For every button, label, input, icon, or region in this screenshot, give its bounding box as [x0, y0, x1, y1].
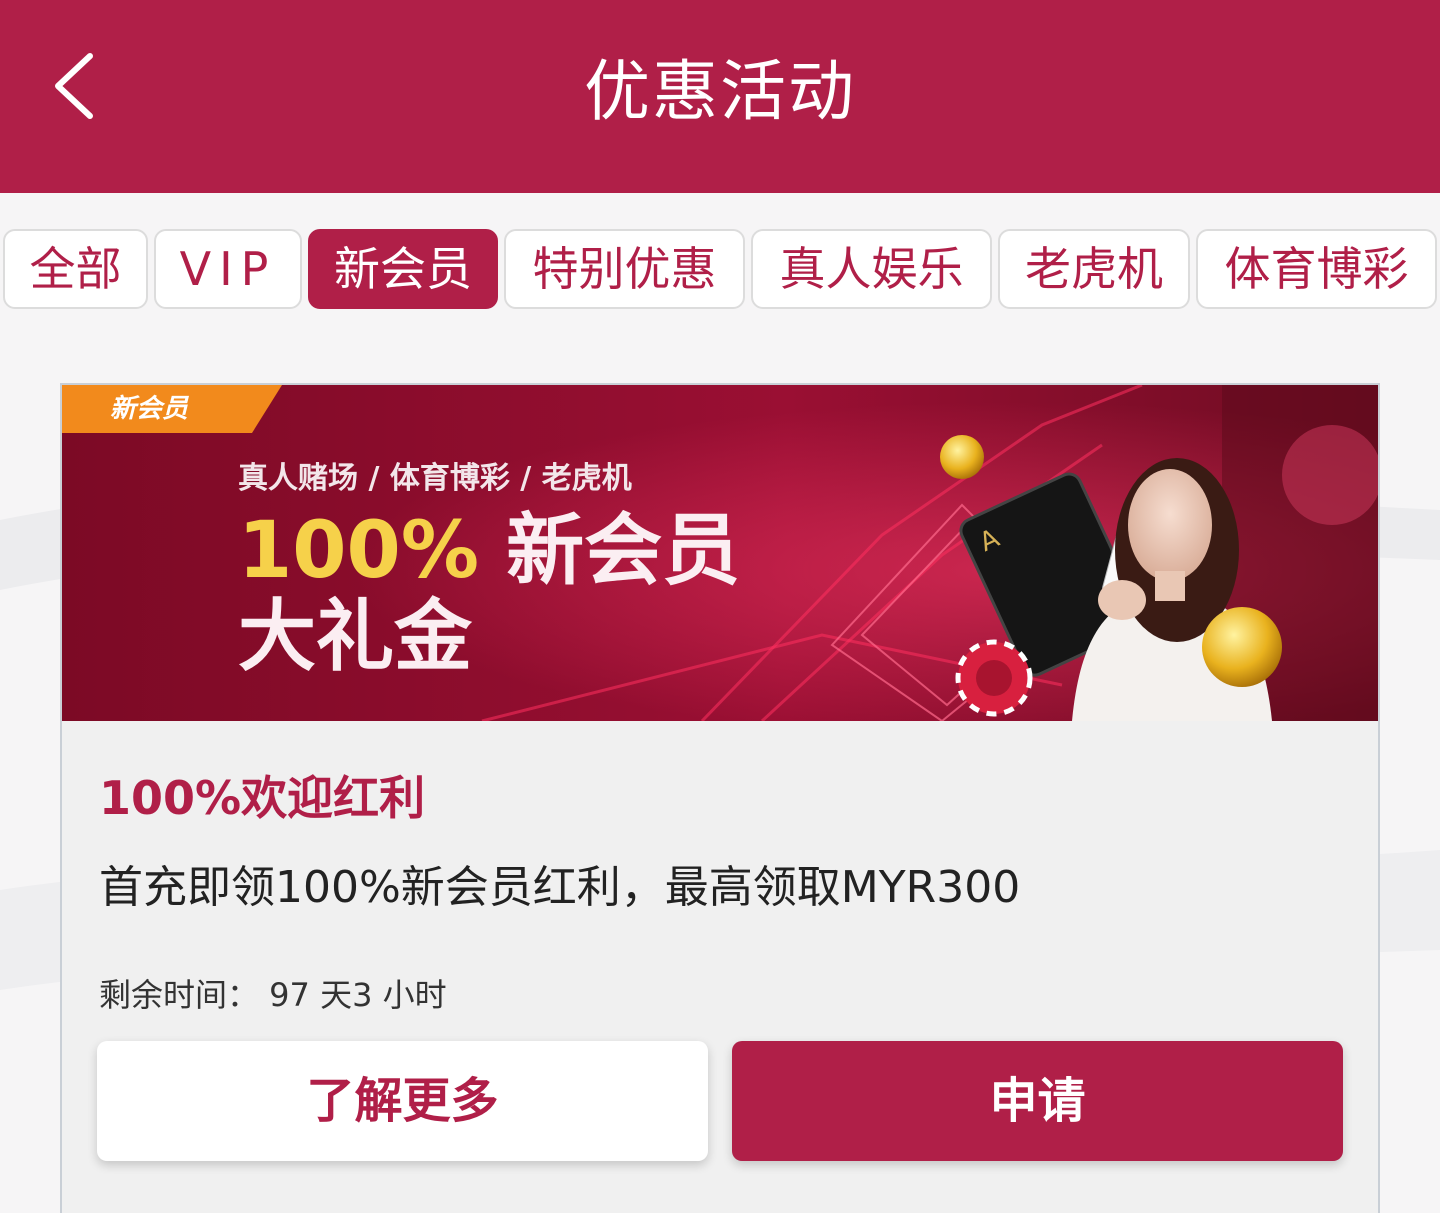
category-tabs: 全部 VIP 新会员 特别优惠 真人娱乐 老虎机 体育博彩	[0, 229, 1440, 313]
learn-more-button[interactable]: 了解更多	[97, 1041, 708, 1161]
banner-subtitle: 真人赌场 / 体育博彩 / 老虎机	[238, 461, 632, 496]
app-header: 优惠活动	[0, 0, 1440, 193]
page-title: 优惠活动	[584, 53, 856, 130]
tab-all[interactable]: 全部	[3, 229, 148, 309]
banner-tag: 新会员	[110, 394, 189, 424]
promotion-title: 100%欢迎红利	[99, 771, 426, 825]
apply-button[interactable]: 申请	[732, 1041, 1343, 1161]
promotion-card: A ♠ 新会员 真人赌场 / 体育博彩 / 老虎机 100% 新会员 大礼金	[60, 383, 1380, 1213]
countdown-timer: 剩余时间： 97 天3 小时	[99, 976, 447, 1014]
banner-headline-text: 新会员	[506, 506, 741, 596]
tab-vip[interactable]: VIP	[154, 229, 302, 309]
banner-headline-percent: 100%	[238, 506, 479, 596]
tab-live-casino[interactable]: 真人娱乐	[751, 229, 992, 309]
tab-slots[interactable]: 老虎机	[998, 229, 1190, 309]
promotion-description: 首充即领100%新会员红利，最高领取MYR300	[99, 862, 1021, 913]
tab-sports-betting[interactable]: 体育博彩	[1196, 229, 1437, 309]
tab-new-member[interactable]: 新会员	[308, 229, 498, 309]
banner-headline-line2: 大礼金	[238, 592, 473, 682]
banner-headline: 100% 新会员	[238, 505, 740, 597]
promotion-banner[interactable]: A ♠ 新会员 真人赌场 / 体育博彩 / 老虎机 100% 新会员 大礼金	[62, 385, 1378, 721]
tab-special-offers[interactable]: 特别优惠	[504, 229, 745, 309]
